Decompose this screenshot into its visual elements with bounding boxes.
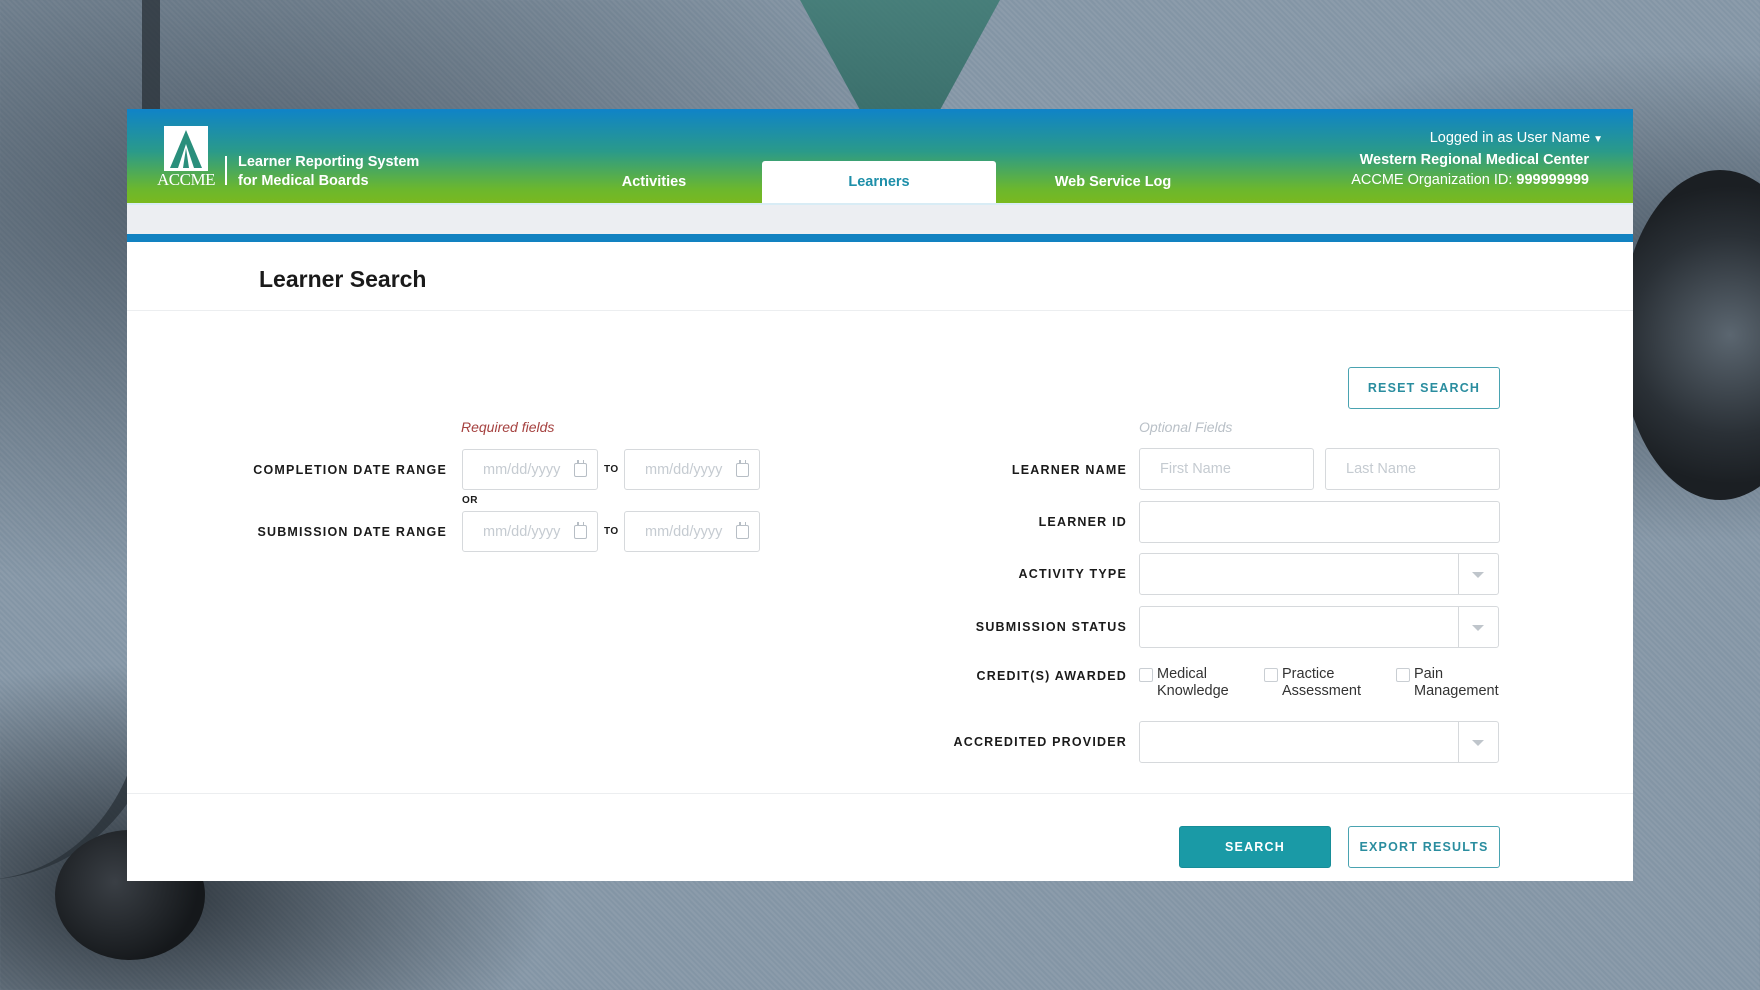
learner-id-input[interactable] bbox=[1139, 501, 1500, 543]
calendar-icon[interactable] bbox=[574, 460, 587, 477]
title-divider bbox=[127, 310, 1633, 311]
background-stethoscope-head bbox=[1620, 170, 1760, 500]
user-menu[interactable]: Logged in as User Name ▼ bbox=[1351, 128, 1603, 150]
org-id-value: 999999999 bbox=[1516, 172, 1589, 188]
export-results-button[interactable]: EXPORT RESULTS bbox=[1348, 826, 1500, 868]
activity-type-label: ACTIVITY TYPE bbox=[1018, 567, 1127, 581]
accredited-provider-label: ACCREDITED PROVIDER bbox=[953, 735, 1127, 749]
first-name-input[interactable]: First Name bbox=[1139, 448, 1314, 490]
checkbox-label: Medical Knowledge bbox=[1157, 666, 1229, 700]
optional-fields-hint: Optional Fields bbox=[1139, 419, 1233, 435]
chevron-down-icon[interactable] bbox=[1472, 572, 1484, 578]
submission-status-select[interactable] bbox=[1139, 606, 1499, 648]
tab-web-service-log[interactable]: Web Service Log bbox=[996, 161, 1230, 203]
checkbox[interactable] bbox=[1396, 668, 1410, 682]
completion-date-to-placeholder: mm/dd/yyyy bbox=[645, 462, 723, 478]
completion-date-to-input[interactable]: mm/dd/yyyy bbox=[624, 449, 760, 490]
logged-in-label: Logged in as User Name bbox=[1429, 130, 1591, 146]
checkbox-label-line2: Knowledge bbox=[1157, 683, 1229, 699]
or-label: OR bbox=[462, 495, 478, 506]
checkbox-label-line2: Assessment bbox=[1282, 683, 1361, 699]
accme-logo[interactable]: ACCME bbox=[157, 126, 215, 190]
app-title: Learner Reporting System for Medical Boa… bbox=[238, 153, 419, 191]
chevron-down-icon[interactable] bbox=[1472, 625, 1484, 631]
sub-navigation-bar bbox=[127, 203, 1633, 234]
learner-name-label: LEARNER NAME bbox=[1011, 463, 1127, 477]
credits-awarded-label: CREDIT(S) AWARDED bbox=[976, 669, 1127, 683]
checkbox-label: Practice Assessment bbox=[1282, 666, 1361, 700]
checkbox[interactable] bbox=[1139, 668, 1153, 682]
logo-divider bbox=[225, 156, 227, 185]
completion-to-label: TO bbox=[604, 464, 619, 475]
calendar-icon[interactable] bbox=[736, 522, 749, 539]
submission-status-label: SUBMISSION STATUS bbox=[975, 620, 1127, 634]
caret-down-icon: ▼ bbox=[1593, 134, 1603, 145]
organization-name: Western Regional Medical Center bbox=[1359, 152, 1589, 168]
credit-pain-management-checkbox[interactable]: Pain Management bbox=[1396, 666, 1499, 700]
credit-practice-assessment-checkbox[interactable]: Practice Assessment bbox=[1264, 666, 1361, 700]
required-fields-hint: Required fields bbox=[461, 419, 555, 435]
tab-activities[interactable]: Activities bbox=[537, 161, 771, 203]
select-divider bbox=[1458, 722, 1459, 762]
checkbox-label: Pain Management bbox=[1414, 666, 1499, 700]
reset-search-button[interactable]: RESET SEARCH bbox=[1348, 367, 1500, 409]
submission-date-range-label: SUBMISSION DATE RANGE bbox=[257, 525, 447, 539]
page-title: Learner Search bbox=[259, 266, 427, 292]
organization-id: ACCME Organization ID: 999999999 bbox=[1351, 170, 1589, 190]
org-id-label: ACCME Organization ID: bbox=[1351, 172, 1513, 188]
logo-mark-icon bbox=[164, 126, 208, 171]
app-window: ACCME Learner Reporting System for Medic… bbox=[127, 109, 1633, 881]
app-title-line1: Learner Reporting System bbox=[238, 154, 420, 170]
checkbox[interactable] bbox=[1264, 668, 1278, 682]
submission-date-from-placeholder: mm/dd/yyyy bbox=[483, 524, 561, 540]
submission-date-to-input[interactable]: mm/dd/yyyy bbox=[624, 511, 760, 552]
header: ACCME Learner Reporting System for Medic… bbox=[127, 109, 1633, 203]
background-collar bbox=[800, 0, 1000, 110]
checkbox-label-line1: Pain bbox=[1414, 666, 1444, 682]
user-info: Logged in as User Name ▼ Western Regional… bbox=[1351, 128, 1603, 190]
activity-type-select[interactable] bbox=[1139, 553, 1499, 595]
app-title-line2: for Medical Boards bbox=[238, 173, 369, 189]
credit-medical-knowledge-checkbox[interactable]: Medical Knowledge bbox=[1139, 666, 1229, 700]
tab-learners[interactable]: Learners bbox=[762, 161, 996, 203]
footer-divider bbox=[127, 793, 1633, 794]
select-divider bbox=[1458, 554, 1459, 594]
completion-date-from-placeholder: mm/dd/yyyy bbox=[483, 462, 561, 478]
completion-date-range-label: COMPLETION DATE RANGE bbox=[253, 463, 447, 477]
submission-to-label: TO bbox=[604, 526, 619, 537]
checkbox-label-line1: Practice bbox=[1282, 666, 1335, 682]
calendar-icon[interactable] bbox=[736, 460, 749, 477]
last-name-placeholder: Last Name bbox=[1346, 461, 1417, 477]
submission-date-from-input[interactable]: mm/dd/yyyy bbox=[462, 511, 598, 552]
first-name-placeholder: First Name bbox=[1160, 461, 1231, 477]
accent-bar bbox=[127, 234, 1633, 242]
learner-id-label: LEARNER ID bbox=[1038, 515, 1127, 529]
submission-date-to-placeholder: mm/dd/yyyy bbox=[645, 524, 723, 540]
completion-date-from-input[interactable]: mm/dd/yyyy bbox=[462, 449, 598, 490]
checkbox-label-line2: Management bbox=[1414, 683, 1499, 699]
accredited-provider-select[interactable] bbox=[1139, 721, 1499, 763]
last-name-input[interactable]: Last Name bbox=[1325, 448, 1500, 490]
checkbox-label-line1: Medical bbox=[1157, 666, 1207, 682]
search-button[interactable]: SEARCH bbox=[1179, 826, 1331, 868]
chevron-down-icon[interactable] bbox=[1472, 740, 1484, 746]
calendar-icon[interactable] bbox=[574, 522, 587, 539]
select-divider bbox=[1458, 607, 1459, 647]
logo-text: ACCME bbox=[157, 170, 215, 189]
